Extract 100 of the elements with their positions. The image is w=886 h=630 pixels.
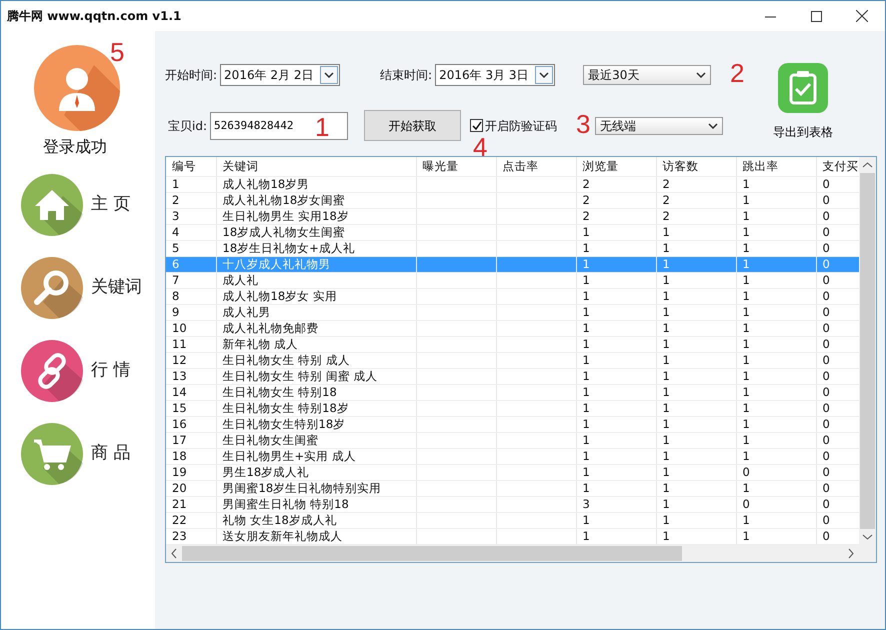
table-cell: 4 <box>166 224 216 240</box>
end-time-label: 结束时间: <box>380 67 432 84</box>
table-cell: 1 <box>576 256 656 272</box>
table-cell: 2 <box>656 192 736 208</box>
table-cell: 1 <box>656 256 736 272</box>
captcha-checkbox[interactable]: 开启防验证码 <box>470 116 557 134</box>
table-cell: 1 <box>166 176 216 192</box>
table-cell: 1 <box>736 448 816 464</box>
keyword-cell: 生日礼物女生 特别 闺蜜 成人 <box>216 368 416 384</box>
table-cell: 1 <box>576 320 656 336</box>
table-cell: 1 <box>576 432 656 448</box>
table-cell: 10 <box>166 320 216 336</box>
table-cell: 2 <box>576 192 656 208</box>
column-header[interactable]: 跳出率 <box>736 157 816 176</box>
annotation-number: 4 <box>473 134 488 160</box>
table-cell: 1 <box>736 432 816 448</box>
table-cell: 17 <box>166 432 216 448</box>
table-cell: 1 <box>656 384 736 400</box>
vertical-scrollbar[interactable] <box>859 157 876 545</box>
keyword-cell: 生日礼物女生特别18岁 <box>216 416 416 432</box>
table-cell: 11 <box>166 336 216 352</box>
platform-dropdown[interactable]: 无线端 <box>595 116 723 134</box>
start-date-picker[interactable]: 2016年 2月 2日 <box>220 64 340 86</box>
table-cell: 8 <box>166 288 216 304</box>
horizontal-scrollbar[interactable] <box>166 545 876 562</box>
table-cell: 1 <box>736 256 816 272</box>
table-cell: 1 <box>656 240 736 256</box>
table-cell: 2 <box>576 208 656 224</box>
table-cell: 1 <box>576 288 656 304</box>
table-cell: 1 <box>576 368 656 384</box>
keyword-cell: 成人礼礼物18岁女闺蜜 <box>216 192 416 208</box>
table-cell: 1 <box>736 336 816 352</box>
table-cell: 1 <box>736 176 816 192</box>
table-cell: 1 <box>576 480 656 496</box>
table-cell: 1 <box>576 528 656 544</box>
keyword-cell: 十八岁成人礼礼物男 <box>216 256 416 272</box>
column-header[interactable]: 曝光量 <box>416 157 496 176</box>
column-header[interactable]: 访客数 <box>656 157 736 176</box>
table-cell: 1 <box>576 240 656 256</box>
column-header[interactable]: 支付买 <box>816 157 859 176</box>
table-cell: 23 <box>166 528 216 544</box>
sidebar-item[interactable]: 行 情 <box>21 333 130 408</box>
sidebar-item[interactable]: 关键词 <box>21 250 142 325</box>
table-cell: 13 <box>166 368 216 384</box>
keyword-cell: 礼物 女生18岁成人礼 <box>216 512 416 528</box>
table-cell: 1 <box>736 304 816 320</box>
table-cell: 1 <box>576 352 656 368</box>
export-button[interactable]: 导出到表格 <box>773 63 833 156</box>
caret-icon <box>696 72 706 78</box>
table-cell: 1 <box>576 304 656 320</box>
table-cell: 14 <box>166 384 216 400</box>
table-cell: 20 <box>166 480 216 496</box>
column-header[interactable]: 点击率 <box>496 157 576 176</box>
table-cell: 1 <box>656 464 736 480</box>
keyword-cell: 新年礼物 成人 <box>216 336 416 352</box>
table-cell: 1 <box>736 368 816 384</box>
table-cell: 2 <box>656 176 736 192</box>
table-cell: 1 <box>736 240 816 256</box>
annotation-number: 1 <box>315 114 330 140</box>
table-cell: 1 <box>736 416 816 432</box>
table-cell: 1 <box>736 320 816 336</box>
table-cell: 1 <box>656 288 736 304</box>
annotation-number: 5 <box>110 39 124 65</box>
table-cell: 1 <box>576 400 656 416</box>
range-dropdown[interactable]: 最近30天 <box>583 65 712 85</box>
table-cell: 7 <box>166 272 216 288</box>
column-header[interactable]: 编号 <box>166 157 216 176</box>
column-header[interactable]: 浏览量 <box>576 157 656 176</box>
keyword-cell: 男闺蜜生日礼物 特别18 <box>216 496 416 512</box>
table-cell: 1 <box>736 208 816 224</box>
table-cell: 3 <box>166 208 216 224</box>
sidebar-item[interactable]: 商 品 <box>21 416 130 491</box>
keyword-cell: 生日礼物女生 特别18岁 <box>216 400 416 416</box>
close-icon <box>856 10 868 22</box>
login-status: 登录成功 <box>43 136 107 158</box>
dropdown-icon <box>535 66 554 84</box>
table-cell: 3 <box>576 496 656 512</box>
sidebar-item[interactable]: 主 页 <box>21 167 130 242</box>
keyword-cell: 生日礼物女生闺蜜 <box>216 432 416 448</box>
table-cell: 1 <box>656 496 736 512</box>
table-cell: 15 <box>166 400 216 416</box>
keyword-cell: 18岁生日礼物女+成人礼 <box>216 240 416 256</box>
table-cell: 18 <box>166 448 216 464</box>
table-cell: 1 <box>576 224 656 240</box>
keyword-cell: 男生18岁成人礼 <box>216 464 416 480</box>
column-header[interactable]: 关键词 <box>216 157 416 176</box>
table-cell: 1 <box>736 224 816 240</box>
table-cell: 0 <box>736 496 816 512</box>
end-date-picker[interactable]: 2016年 3月 3日 <box>435 64 556 86</box>
table-cell: 1 <box>656 352 736 368</box>
table-cell: 6 <box>166 256 216 272</box>
table-cell: 1 <box>656 528 736 544</box>
window-title: 腾牛网 www.qqtn.com v1.1 <box>7 8 182 25</box>
table-cell: 21 <box>166 496 216 512</box>
fetch-button[interactable]: 开始获取 <box>364 110 461 141</box>
keyword-cell: 生日礼物男生 实用18岁 <box>216 208 416 224</box>
keyword-cell: 生日礼物女生 特别18 <box>216 384 416 400</box>
table-cell: 19 <box>166 464 216 480</box>
annotation-number: 3 <box>576 111 590 137</box>
maximize-icon <box>810 10 822 22</box>
